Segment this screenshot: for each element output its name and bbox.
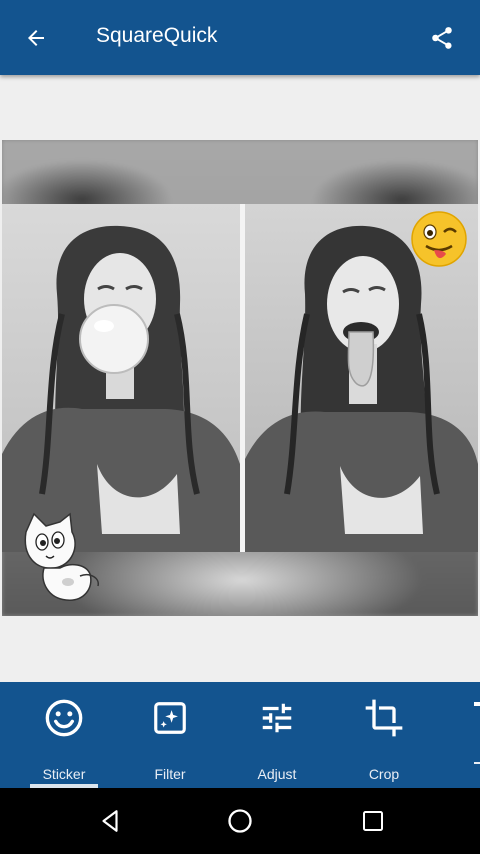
sliders-icon: [255, 696, 299, 740]
partial-next-tool-icon[interactable]: [466, 698, 480, 738]
adjust-tool-button[interactable]: Adjust: [243, 682, 311, 788]
app-title: SquareQuick: [96, 24, 218, 47]
editor-canvas: [0, 75, 480, 682]
app-bar: SquareQuick: [0, 0, 480, 75]
smiley-icon: [42, 696, 86, 740]
filter-tool-button[interactable]: Filter: [136, 682, 204, 788]
winking-tongue-emoji-sticker[interactable]: [410, 210, 468, 268]
left-photo[interactable]: [2, 204, 240, 552]
nav-home-icon[interactable]: [225, 806, 255, 836]
adjust-tool-label: Adjust: [257, 766, 297, 782]
sticker-tool-button[interactable]: Sticker: [30, 682, 98, 788]
partial-next-tool-label-mark: [474, 762, 480, 764]
collage-preview[interactable]: [2, 140, 478, 616]
nav-back-icon[interactable]: [95, 806, 125, 836]
arrow-back-icon[interactable]: [20, 22, 52, 54]
filter-sparkle-icon: [148, 696, 192, 740]
sticker-tool-label: Sticker: [42, 766, 86, 782]
system-nav-bar: [0, 788, 480, 854]
crop-tool-label: Crop: [368, 766, 400, 782]
crop-icon: [362, 696, 406, 740]
crop-tool-button[interactable]: Crop: [350, 682, 418, 788]
editor-toolbar: Sticker Filter Adjust Crop: [0, 682, 480, 788]
nav-recents-icon[interactable]: [358, 806, 388, 836]
filter-tool-label: Filter: [154, 766, 186, 782]
share-icon[interactable]: [426, 22, 458, 54]
cartoon-cat-sticker[interactable]: [20, 512, 106, 604]
